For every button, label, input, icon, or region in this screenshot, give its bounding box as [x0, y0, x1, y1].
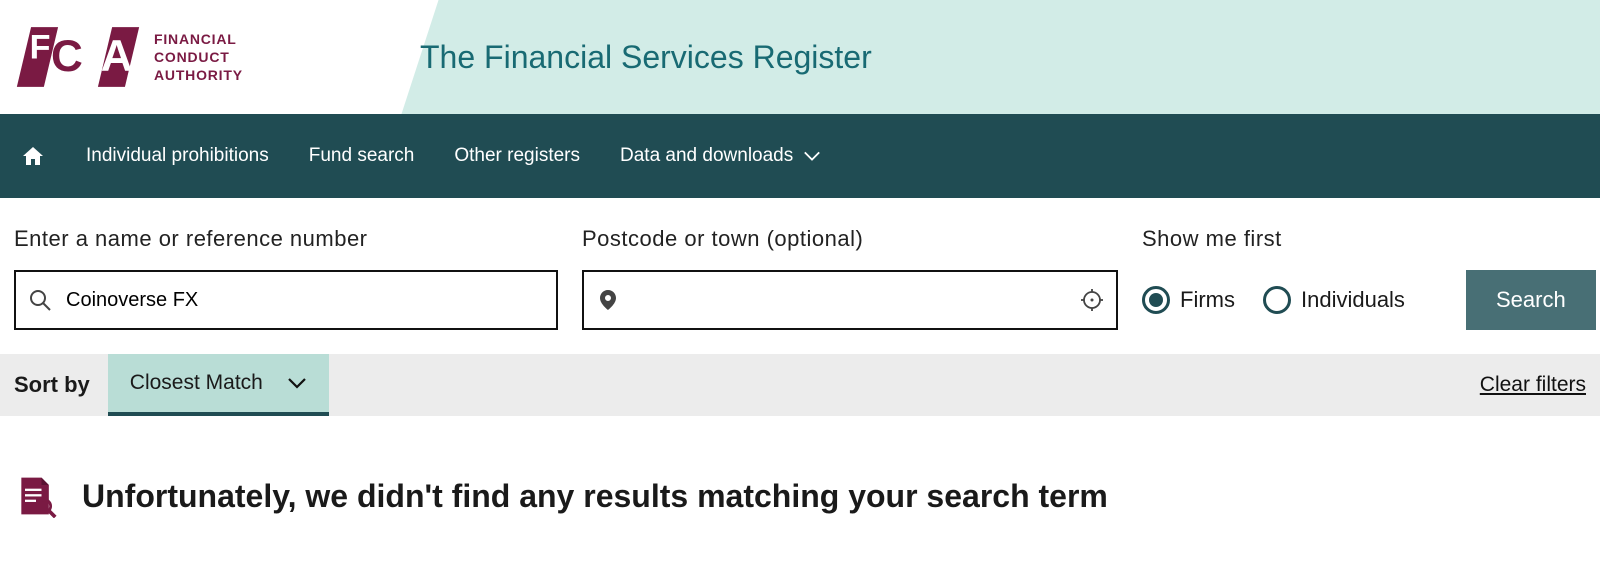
no-results-heading: Unfortunately, we didn't find any result…: [82, 478, 1108, 515]
radio-icon: [1142, 286, 1170, 314]
nav-individual-prohibitions[interactable]: Individual prohibitions: [86, 145, 269, 167]
sort-dropdown[interactable]: Closest Match: [108, 354, 329, 416]
name-label: Enter a name or reference number: [14, 226, 558, 252]
logo-text-line: CONDUCT: [154, 48, 243, 66]
spacer: [329, 354, 1480, 416]
svg-text:C: C: [51, 32, 83, 81]
radio-firms[interactable]: Firms: [1142, 286, 1235, 314]
name-search-block: Enter a name or reference number: [14, 226, 558, 330]
nav-fund-search[interactable]: Fund search: [309, 145, 415, 167]
radio-label: Individuals: [1301, 287, 1405, 313]
postcode-input[interactable]: [634, 272, 1066, 328]
name-input-box[interactable]: [14, 270, 558, 330]
nav-label: Other registers: [454, 145, 580, 167]
postcode-label: Postcode or town (optional): [582, 226, 1118, 252]
document-search-icon: [14, 474, 58, 518]
nav-label: Data and downloads: [620, 145, 793, 167]
main-nav: Individual prohibitions Fund search Othe…: [0, 114, 1600, 198]
logo-text: FINANCIAL CONDUCT AUTHORITY: [154, 30, 243, 84]
logo-text-line: FINANCIAL: [154, 30, 243, 48]
search-icon: [28, 288, 52, 312]
nav-label: Individual prohibitions: [86, 145, 269, 167]
chevron-down-icon: [287, 377, 307, 389]
nav-other-registers[interactable]: Other registers: [454, 145, 580, 167]
postcode-input-box[interactable]: [582, 270, 1118, 330]
search-section: Enter a name or reference number Postcod…: [0, 198, 1600, 354]
header-band: F C A FINANCIAL CONDUCT AUTHORITY The Fi…: [0, 0, 1600, 114]
home-icon: [20, 144, 46, 168]
radio-icon: [1263, 286, 1291, 314]
no-results: Unfortunately, we didn't find any result…: [0, 416, 1600, 538]
search-button[interactable]: Search: [1466, 270, 1596, 330]
svg-text:F: F: [30, 28, 51, 66]
page-title: The Financial Services Register: [420, 39, 872, 76]
clear-filters-link[interactable]: Clear filters: [1480, 354, 1586, 416]
sort-bar: Sort by Closest Match Clear filters: [0, 354, 1600, 416]
name-input[interactable]: [66, 272, 544, 328]
sort-by-label: Sort by: [14, 354, 90, 416]
chevron-down-icon: [803, 150, 821, 162]
nav-data-downloads[interactable]: Data and downloads: [620, 145, 821, 167]
show-first-block: Show me first Firms Individuals: [1142, 226, 1442, 330]
fca-logo[interactable]: F C A: [14, 21, 142, 93]
logo-area: F C A FINANCIAL CONDUCT AUTHORITY: [0, 0, 380, 114]
radio-label: Firms: [1180, 287, 1235, 313]
show-first-label: Show me first: [1142, 226, 1442, 252]
location-pin-icon: [596, 288, 620, 312]
radio-individuals[interactable]: Individuals: [1263, 286, 1405, 314]
nav-label: Fund search: [309, 145, 415, 167]
postcode-search-block: Postcode or town (optional): [582, 226, 1118, 330]
sort-selected: Closest Match: [130, 371, 263, 395]
nav-home[interactable]: [20, 144, 46, 168]
svg-text:A: A: [101, 32, 133, 81]
target-icon[interactable]: [1080, 288, 1104, 312]
radio-row: Firms Individuals: [1142, 270, 1442, 330]
logo-text-line: AUTHORITY: [154, 66, 243, 84]
